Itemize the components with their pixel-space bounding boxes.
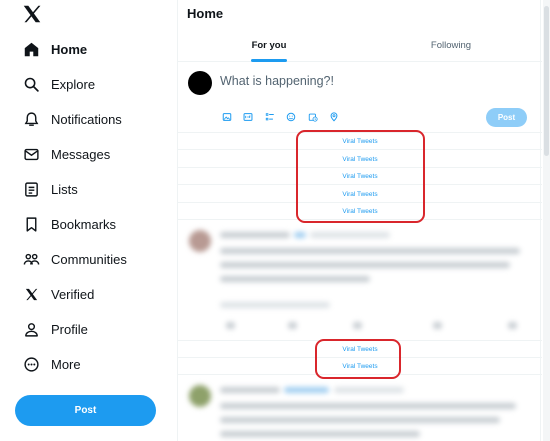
viral-tweets-link[interactable]: Viral Tweets	[342, 156, 377, 163]
list-item: Viral Tweets	[178, 203, 542, 220]
placeholder-line	[294, 232, 306, 238]
placeholder-line	[220, 403, 516, 409]
sidebar: Home Explore Notifications Messages List…	[0, 0, 177, 441]
emoji-icon[interactable]	[286, 111, 297, 122]
sidebar-item-bookmarks[interactable]: Bookmarks	[14, 209, 164, 239]
blurred-tweet	[178, 377, 542, 441]
share-icon	[508, 322, 517, 329]
compose-post-button[interactable]: Post	[486, 108, 527, 127]
avatar	[189, 385, 211, 407]
scrollbar-thumb[interactable]	[544, 6, 549, 156]
views-icon	[433, 322, 442, 329]
viral-tweets-link[interactable]: Viral Tweets	[342, 173, 377, 180]
schedule-icon[interactable]	[307, 111, 318, 122]
sidebar-item-label: More	[51, 356, 81, 372]
list-item: Viral Tweets	[178, 186, 542, 203]
sidebar-item-notifications[interactable]: Notifications	[14, 104, 164, 134]
viral-tweets-link[interactable]: Viral Tweets	[342, 208, 377, 215]
more-icon	[22, 355, 40, 373]
placeholder-line	[310, 232, 390, 238]
placeholder-line	[220, 248, 520, 254]
list-item: Viral Tweets	[178, 133, 542, 150]
x-logo-icon	[22, 285, 40, 303]
placeholder-line	[284, 387, 329, 393]
location-icon[interactable]	[329, 111, 340, 122]
sidebar-item-label: Notifications	[51, 111, 122, 127]
envelope-icon	[22, 145, 40, 163]
sidebar-item-home[interactable]: Home	[14, 34, 164, 64]
viral-tweets-link[interactable]: Viral Tweets	[342, 191, 377, 198]
sidebar-item-communities[interactable]: Communities	[14, 244, 164, 274]
viral-tweets-link[interactable]: Viral Tweets	[342, 138, 377, 145]
image-icon[interactable]	[221, 111, 232, 122]
list-item: Viral Tweets	[178, 358, 542, 375]
bell-icon	[22, 110, 40, 128]
viral-tweets-link[interactable]: Viral Tweets	[342, 363, 377, 370]
bookmark-icon	[22, 215, 40, 233]
sidebar-item-label: Home	[51, 41, 88, 57]
search-icon	[22, 75, 40, 93]
avatar	[189, 230, 211, 252]
home-timeline: Home For you Following What is happening…	[177, 0, 542, 441]
person-icon	[22, 320, 40, 338]
blurred-tweet	[178, 222, 542, 340]
placeholder-line	[220, 262, 510, 268]
list-icon	[22, 180, 40, 198]
sidebar-item-label: Bookmarks	[51, 216, 117, 232]
sidebar-item-label: Lists	[51, 181, 78, 197]
gif-icon[interactable]	[243, 111, 254, 122]
x-logo-icon[interactable]	[21, 3, 43, 25]
placeholder-line	[220, 232, 290, 238]
people-icon	[22, 250, 40, 268]
sidebar-item-messages[interactable]: Messages	[14, 139, 164, 169]
poll-icon[interactable]	[264, 111, 275, 122]
sidebar-item-explore[interactable]: Explore	[14, 69, 164, 99]
page-title: Home	[187, 6, 224, 21]
placeholder-line	[334, 387, 404, 393]
timeline-tabs: For you Following	[178, 28, 542, 62]
compose-toolbar	[221, 111, 350, 122]
sidebar-item-label: Profile	[51, 321, 88, 337]
avatar[interactable]	[188, 71, 212, 95]
post-button[interactable]: Post	[15, 395, 156, 426]
sidebar-item-label: Verified	[51, 286, 95, 302]
sidebar-item-label: Explore	[51, 76, 96, 92]
tab-for-you[interactable]: For you	[178, 28, 360, 62]
placeholder-line	[220, 387, 280, 393]
sidebar-item-lists[interactable]: Lists	[14, 174, 164, 204]
list-item: Viral Tweets	[178, 341, 542, 358]
viral-tweets-link[interactable]: Viral Tweets	[342, 346, 377, 353]
list-item: Viral Tweets	[178, 151, 542, 168]
placeholder-line	[220, 431, 420, 437]
sidebar-item-label: Messages	[51, 146, 111, 162]
sidebar-item-more[interactable]: More	[14, 349, 164, 379]
sidebar-item-label: Communities	[51, 251, 127, 267]
retweet-icon	[288, 322, 297, 329]
placeholder-line	[220, 302, 330, 308]
sidebar-item-profile[interactable]: Profile	[14, 314, 164, 344]
tab-following[interactable]: Following	[360, 28, 542, 62]
list-item: Viral Tweets	[178, 168, 542, 185]
placeholder-line	[220, 417, 500, 423]
compose-input[interactable]: What is happening?!	[220, 74, 334, 88]
active-tab-indicator	[251, 59, 287, 62]
like-icon	[353, 322, 362, 329]
scrollbar[interactable]	[543, 0, 550, 441]
placeholder-line	[220, 276, 370, 282]
sidebar-item-verified[interactable]: Verified	[14, 279, 164, 309]
reply-icon	[226, 322, 235, 329]
home-icon	[22, 40, 40, 58]
